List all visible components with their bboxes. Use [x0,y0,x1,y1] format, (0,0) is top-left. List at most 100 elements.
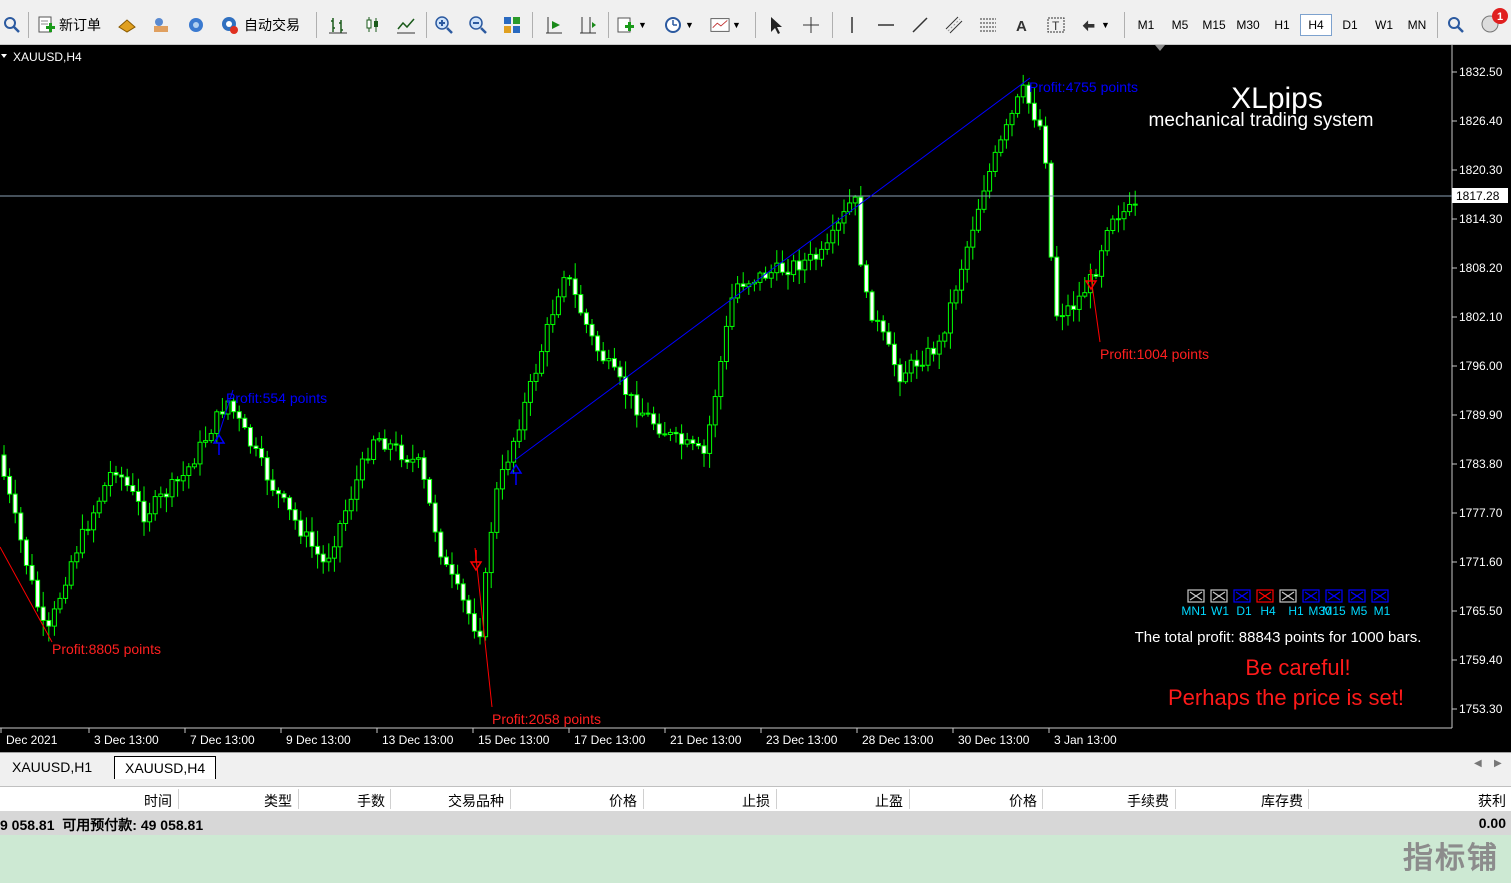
candle-body [404,459,410,463]
candle-body [477,630,483,638]
price-chart[interactable]: XAUUSD,H4 1817.28 1832.50 1826.40 1820.30 1… [0,45,1511,752]
tf-d1-button[interactable]: D1 [1335,15,1365,35]
candle-body [544,323,550,353]
text-tool-icon[interactable]: A [1012,14,1032,36]
new-order-button[interactable]: 新订单 [36,14,101,36]
tf-m30-button[interactable]: M30 [1233,15,1263,35]
tf-m15-button[interactable]: M15 [1199,15,1229,35]
navigator-icon[interactable] [186,14,206,36]
tf-mn-button[interactable]: MN [1402,15,1432,35]
indicators-dropdown-icon[interactable]: ▼ [616,14,647,36]
candle-body [858,196,864,266]
tf-w1-button[interactable]: W1 [1369,15,1399,35]
crosshair-icon[interactable] [801,14,821,36]
candle-body [1093,274,1099,277]
col-profit[interactable]: 获利 [1450,791,1506,811]
equidistant-channel-icon[interactable] [944,14,964,36]
col-price-current[interactable]: 价格 [980,791,1037,811]
candle-body [326,557,332,563]
cursor-icon[interactable] [766,14,786,36]
candle-body [567,277,573,280]
time-tick-label: 21 Dec 13:00 [670,733,742,747]
templates-dropdown-icon[interactable]: ▼ [710,14,741,36]
candle-body [1127,203,1133,213]
horizontal-line-icon[interactable] [876,14,896,36]
tf-m1-button[interactable]: M1 [1131,15,1161,35]
candle-body [656,423,662,435]
tab-scroll-right-icon[interactable]: ▶ [1494,758,1502,769]
candle-body [1121,211,1127,220]
price-tick-label: 1820.30 [1459,163,1503,177]
auto-trading-button[interactable]: 自动交易 [219,14,300,36]
candle-body [91,512,97,531]
zoom-in-icon[interactable] [434,14,454,36]
col-tp[interactable]: 止盈 [850,791,903,811]
new-order-icon [38,16,55,33]
search-icon[interactable] [1446,14,1466,36]
candlestick-chart-icon[interactable] [362,14,382,36]
candle-body [488,531,494,574]
candle-body [595,335,601,352]
candle-body [208,433,214,442]
candle-body [1099,250,1105,277]
bar-chart-icon[interactable] [328,14,348,36]
candle-body [169,479,175,498]
candle-body [824,242,830,250]
tab-xauusd-h4[interactable]: XAUUSD,H4 [114,756,217,779]
candle-body [690,439,696,445]
text-label-icon[interactable]: T [1046,14,1066,36]
candle-body [102,485,108,502]
trendline-icon[interactable] [910,14,930,36]
candle-body [992,151,998,173]
col-time[interactable]: 时间 [120,791,172,811]
tile-windows-icon[interactable] [502,14,522,36]
data-window-icon[interactable] [151,14,171,36]
candlestick-chart[interactable]: XAUUSD,H4 1817.28 1832.501826.401820.301… [0,45,1511,752]
candle-body [527,380,533,403]
terminal-splitter[interactable] [0,779,1511,786]
candle-body [606,358,612,362]
tab-scroll-left-icon[interactable]: ◀ [1474,758,1482,769]
col-price[interactable]: 价格 [580,791,637,811]
col-symbol[interactable]: 交易品种 [420,791,504,811]
col-type[interactable]: 类型 [240,791,292,811]
col-swap[interactable]: 库存费 [1240,791,1303,811]
candle-body [863,264,869,293]
candle-body [852,196,858,204]
candle-body [572,278,578,296]
candle-body [695,443,701,447]
col-sl[interactable]: 止损 [720,791,770,811]
vertical-line-icon[interactable] [842,14,862,36]
candle-body [880,320,886,333]
time-tick-label: 3 Dec 13:00 [94,733,159,747]
candle-body [667,431,673,436]
candle-body [113,471,119,476]
col-commission[interactable]: 手续费 [1100,791,1169,811]
zoom-icon[interactable] [2,14,22,36]
chart-shift-icon[interactable] [578,14,598,36]
zoom-out-icon[interactable] [468,14,488,36]
tf-m5-button[interactable]: M5 [1165,15,1195,35]
candle-body [886,331,892,345]
periods-dropdown-icon[interactable]: ▼ [663,14,694,36]
candle-body [1082,292,1088,297]
candle-body [550,314,556,325]
arrows-dropdown-icon[interactable]: ▼ [1080,14,1110,36]
market-watch-icon[interactable] [117,14,137,36]
candle-body [953,289,959,304]
tab-xauusd-h1[interactable]: XAUUSD,H1 [2,756,102,778]
tf-h1-button[interactable]: H1 [1267,15,1297,35]
candle-body [651,413,657,425]
tf-h4-button[interactable]: H4 [1300,14,1332,36]
fibonacci-icon[interactable] [978,14,998,36]
col-lots[interactable]: 手数 [330,791,385,811]
tf-status-label: MN1 [1181,604,1207,618]
candle-body [785,271,791,276]
line-chart-icon[interactable] [396,14,416,36]
candle-body [365,458,371,461]
brand-subtitle: mechanical trading system [1149,110,1374,131]
notifications-icon[interactable]: 1 [1478,8,1510,33]
candle-body [1020,84,1026,98]
auto-scroll-icon[interactable] [544,14,564,36]
candle-body [987,171,993,192]
